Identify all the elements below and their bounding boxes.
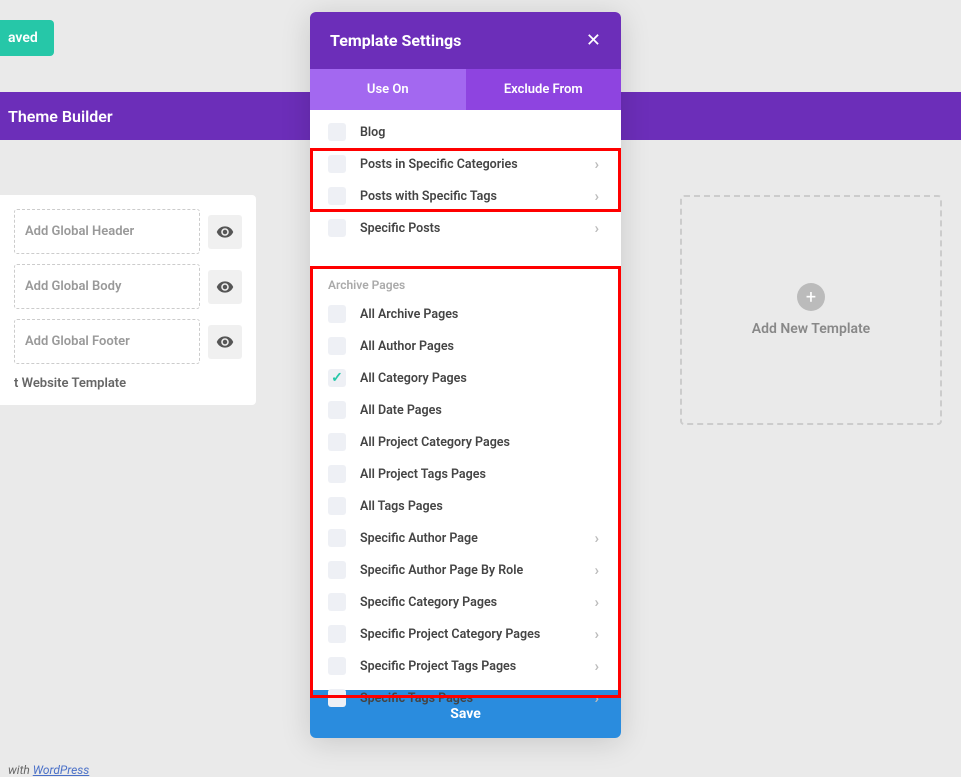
tab-use-on[interactable]: Use On [310,69,466,110]
item-label: Specific Project Tags Pages [360,659,594,674]
checkbox[interactable] [328,529,346,547]
archive-item[interactable]: All Date Pages [310,394,621,426]
archive-item[interactable]: Specific Project Tags Pages› [310,650,621,682]
chevron-right-icon: › [594,625,603,643]
checkbox[interactable] [328,689,346,707]
archive-item[interactable]: All Tags Pages [310,490,621,522]
archive-item[interactable]: Specific Author Page By Role› [310,554,621,586]
default-template-panel: Add Global Header Add Global Body Add Gl… [0,195,256,405]
modal-header: Template Settings ✕ [310,12,621,69]
chevron-right-icon: › [594,187,603,205]
item-blog[interactable]: Blog [310,116,621,148]
modal-content: Blog Posts in Specific Categories › Post… [310,110,621,690]
chevron-right-icon: › [594,529,603,547]
saved-button[interactable]: aved [0,20,54,56]
item-label: Specific Author Page By Role [360,563,594,578]
visibility-toggle-body[interactable] [208,270,242,304]
item-label: Specific Category Pages [360,595,594,610]
chevron-right-icon: › [594,561,603,579]
item-label: All Date Pages [360,403,603,418]
checkbox[interactable] [328,337,346,355]
visibility-toggle-header[interactable] [208,215,242,249]
item-posts-categories[interactable]: Posts in Specific Categories › [310,148,621,180]
archive-item[interactable]: Specific Tags Pages› [310,682,621,714]
chevron-right-icon: › [594,689,603,707]
item-label: All Author Pages [360,339,603,354]
item-label: Specific Author Page [360,531,594,546]
modal-title: Template Settings [330,31,461,50]
eye-icon [216,223,234,241]
add-global-footer[interactable]: Add Global Footer [14,319,200,364]
checkbox[interactable] [328,465,346,483]
add-global-header[interactable]: Add Global Header [14,209,200,254]
item-label: Blog [360,125,603,140]
item-posts-tags[interactable]: Posts with Specific Tags › [310,180,621,212]
add-new-template-label: Add New Template [752,321,870,337]
tab-exclude-from[interactable]: Exclude From [466,69,622,110]
item-label: Posts in Specific Categories [360,157,594,172]
checkbox[interactable] [328,305,346,323]
eye-icon [216,333,234,351]
chevron-right-icon: › [594,593,603,611]
item-label: Specific Tags Pages [360,691,594,706]
item-label: All Project Category Pages [360,435,603,450]
archive-item[interactable]: All Project Category Pages [310,426,621,458]
item-specific-posts[interactable]: Specific Posts › [310,212,621,244]
checkbox[interactable] [328,561,346,579]
archive-item[interactable]: All Archive Pages [310,298,621,330]
modal-tabs: Use On Exclude From [310,69,621,110]
archive-section-title: Archive Pages [310,268,621,298]
theme-builder-title: Theme Builder [0,107,113,126]
checkbox[interactable] [328,401,346,419]
archive-item[interactable]: All Project Tags Pages [310,458,621,490]
chevron-right-icon: › [594,155,603,173]
item-label: Posts with Specific Tags [360,189,594,204]
plus-icon: + [797,283,825,311]
item-label: All Category Pages [360,371,603,386]
chevron-right-icon: › [594,219,603,237]
archive-item[interactable]: Specific Category Pages› [310,586,621,618]
item-label: All Project Tags Pages [360,467,603,482]
checkbox[interactable] [328,155,346,173]
visibility-toggle-footer[interactable] [208,325,242,359]
footer-credit: with WordPress [8,763,89,777]
checkbox[interactable] [328,657,346,675]
chevron-right-icon: › [594,657,603,675]
checkbox[interactable] [328,369,346,387]
add-global-body[interactable]: Add Global Body [14,264,200,309]
checkbox[interactable] [328,187,346,205]
add-new-template-panel[interactable]: + Add New Template [680,195,942,425]
checkbox[interactable] [328,593,346,611]
scrollbar-thumb[interactable] [620,340,621,366]
archive-item[interactable]: Specific Author Page› [310,522,621,554]
archive-item[interactable]: Specific Project Category Pages› [310,618,621,650]
close-icon[interactable]: ✕ [586,30,601,51]
archive-item[interactable]: All Category Pages [310,362,621,394]
checkbox[interactable] [328,123,346,141]
wordpress-link[interactable]: WordPress [33,763,90,777]
checkbox[interactable] [328,625,346,643]
item-label: Specific Posts [360,221,594,236]
item-label: Specific Project Category Pages [360,627,594,642]
checkbox[interactable] [328,497,346,515]
template-settings-modal: Template Settings ✕ Use On Exclude From … [310,12,621,738]
item-label: All Archive Pages [360,307,603,322]
checkbox[interactable] [328,219,346,237]
archive-item[interactable]: All Author Pages [310,330,621,362]
eye-icon [216,278,234,296]
checkbox[interactable] [328,433,346,451]
item-label: All Tags Pages [360,499,603,514]
template-subtitle: t Website Template [14,376,242,391]
